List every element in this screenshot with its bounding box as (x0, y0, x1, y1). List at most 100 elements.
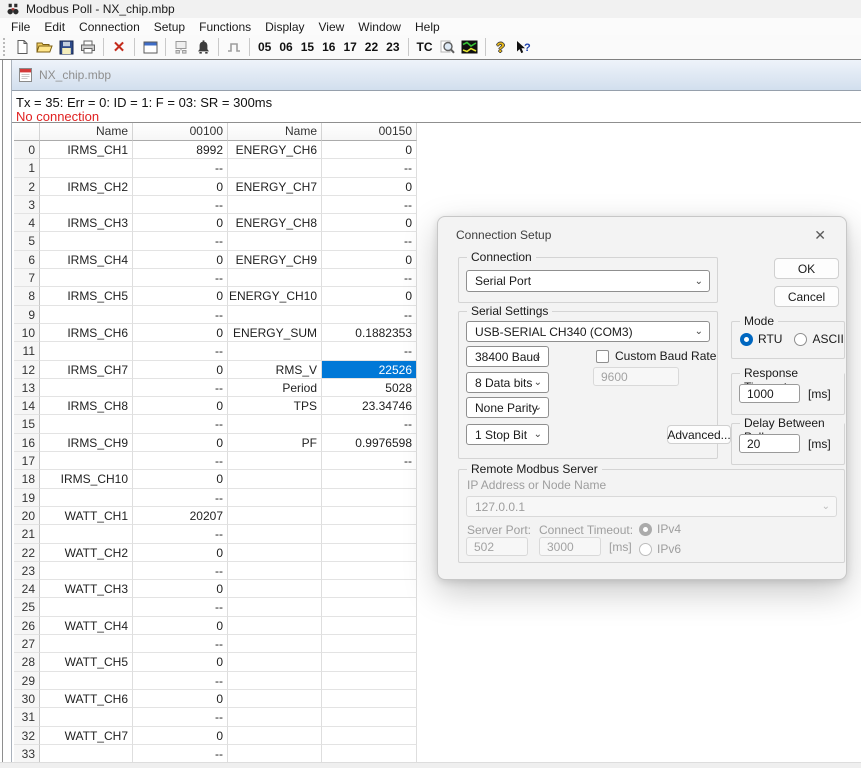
grid-cell[interactable]: IRMS_CH5 (40, 287, 133, 305)
grid-cell[interactable]: -- (133, 708, 228, 726)
print-button[interactable] (77, 37, 99, 57)
grid-cell[interactable] (322, 690, 417, 708)
grid-cell[interactable]: -- (133, 562, 228, 580)
ok-button[interactable]: OK (774, 258, 839, 279)
grid-cell[interactable]: 0 (133, 178, 228, 196)
grid-cell[interactable]: TPS (228, 397, 322, 415)
poll-monitor-button[interactable] (459, 37, 481, 57)
grid-cell[interactable]: -- (133, 196, 228, 214)
parity-select[interactable]: None Parity ⌄ (466, 397, 549, 418)
grid-cell[interactable]: -- (322, 306, 417, 324)
grid-row-number[interactable]: 14 (14, 397, 40, 415)
grid-row-number[interactable]: 17 (14, 452, 40, 470)
grid-cell[interactable]: -- (322, 342, 417, 360)
grid-cell[interactable] (322, 562, 417, 580)
grid-cell[interactable]: 8992 (133, 141, 228, 159)
grid-cell[interactable] (40, 708, 133, 726)
grid-cell[interactable]: 0 (133, 324, 228, 342)
grid-cell[interactable]: Period (228, 379, 322, 397)
grid-cell[interactable] (322, 617, 417, 635)
ip-version-ipv6-radio[interactable]: IPv6 (639, 542, 681, 556)
grid-cell[interactable] (228, 306, 322, 324)
advanced-button[interactable]: Advanced... (667, 425, 731, 444)
new-file-button[interactable] (11, 37, 33, 57)
serial-port-select[interactable]: USB-SERIAL CH340 (COM3) ⌄ (466, 321, 710, 342)
grid-cell[interactable]: 5028 (322, 379, 417, 397)
grid-row-number[interactable]: 15 (14, 415, 40, 433)
grid-cell[interactable] (322, 525, 417, 543)
disconnect-button[interactable]: ✕ (108, 37, 130, 57)
grid-cell[interactable]: -- (133, 745, 228, 763)
grid-cell[interactable]: IRMS_CH7 (40, 361, 133, 379)
menu-window[interactable]: Window (351, 19, 408, 35)
grid-cell[interactable]: WATT_CH1 (40, 507, 133, 525)
function-code-23-button[interactable]: 23 (382, 40, 403, 54)
grid-cell[interactable]: IRMS_CH3 (40, 214, 133, 232)
grid-row-number[interactable]: 7 (14, 269, 40, 287)
grid-cell[interactable] (40, 635, 133, 653)
grid-cell[interactable]: 0 (133, 544, 228, 562)
grid-row-number[interactable]: 18 (14, 470, 40, 488)
grid-cell[interactable] (322, 672, 417, 690)
grid-cell[interactable]: 0 (133, 690, 228, 708)
tc-button[interactable]: TC (413, 40, 437, 54)
grid-cell[interactable] (228, 470, 322, 488)
menu-view[interactable]: View (312, 19, 352, 35)
grid-cell[interactable]: 0 (133, 434, 228, 452)
grid-cell[interactable]: -- (133, 415, 228, 433)
doc-titlebar[interactable]: NX_chip.mbp (12, 60, 861, 91)
grid-cell[interactable]: 23.34746 (322, 397, 417, 415)
menu-file[interactable]: File (4, 19, 37, 35)
function-code-05-button[interactable]: 05 (254, 40, 275, 54)
grid-row-number[interactable]: 0 (14, 141, 40, 159)
grid-cell[interactable]: 0 (322, 141, 417, 159)
open-file-button[interactable] (33, 37, 55, 57)
ip-version-ipv4-radio[interactable]: IPv4 (639, 522, 681, 536)
function-code-22-button[interactable]: 22 (361, 40, 382, 54)
function-code-15-button[interactable]: 15 (297, 40, 318, 54)
grid-header-col3[interactable]: Name (228, 123, 322, 141)
cancel-button[interactable]: Cancel (774, 286, 839, 307)
grid-cell[interactable]: 0 (322, 287, 417, 305)
grid-cell[interactable]: ENERGY_SUM (228, 324, 322, 342)
grid-cell[interactable]: ENERGY_CH7 (228, 178, 322, 196)
grid-cell[interactable] (228, 489, 322, 507)
grid-cell[interactable] (228, 269, 322, 287)
grid-cell[interactable] (322, 507, 417, 525)
grid-cell[interactable] (40, 598, 133, 616)
save-button[interactable] (55, 37, 77, 57)
grid-cell[interactable] (228, 525, 322, 543)
grid-cell[interactable] (322, 708, 417, 726)
stop-bits-select[interactable]: 1 Stop Bit ⌄ (466, 424, 549, 445)
grid-row-number[interactable]: 26 (14, 617, 40, 635)
function-code-16-button[interactable]: 16 (318, 40, 339, 54)
grid-cell[interactable]: IRMS_CH9 (40, 434, 133, 452)
grid-cell[interactable] (40, 269, 133, 287)
menu-setup[interactable]: Setup (147, 19, 192, 35)
grid-cell[interactable]: IRMS_CH10 (40, 470, 133, 488)
grid-row-number[interactable]: 29 (14, 672, 40, 690)
grid-cell[interactable] (228, 708, 322, 726)
grid-cell[interactable] (40, 489, 133, 507)
grid-cell[interactable]: 0 (133, 653, 228, 671)
grid-cell[interactable] (228, 672, 322, 690)
grid-cell[interactable]: -- (133, 306, 228, 324)
grid-cell[interactable]: -- (322, 196, 417, 214)
grid-cell[interactable]: -- (133, 672, 228, 690)
grid-cell[interactable]: -- (322, 159, 417, 177)
server-port-input[interactable]: 502 (466, 537, 528, 556)
grid-cell[interactable]: 0 (322, 214, 417, 232)
grid-cell[interactable] (228, 690, 322, 708)
grid-cell[interactable]: ENERGY_CH6 (228, 141, 322, 159)
grid-row-number[interactable]: 25 (14, 598, 40, 616)
grid-cell[interactable] (228, 580, 322, 598)
data-bits-select[interactable]: 8 Data bits ⌄ (466, 372, 549, 393)
grid-cell[interactable]: 0 (133, 397, 228, 415)
baud-rate-select[interactable]: 38400 Baud ⌄ (466, 346, 549, 367)
grid-cell[interactable]: -- (322, 269, 417, 287)
grid-cell[interactable] (40, 415, 133, 433)
grid-cell[interactable]: IRMS_CH2 (40, 178, 133, 196)
grid-row-number[interactable]: 5 (14, 232, 40, 250)
grid-cell[interactable] (322, 727, 417, 745)
grid-cell[interactable]: 0 (322, 251, 417, 269)
